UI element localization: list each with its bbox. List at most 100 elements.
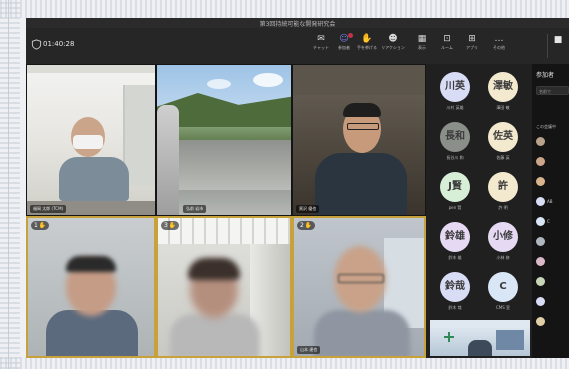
- glasses: [338, 274, 384, 283]
- toolbar-button-label: 手を挙げる: [357, 45, 377, 50]
- attendee-avatar[interactable]: 川英: [440, 72, 470, 102]
- attendee-name: 鈴木 雄: [448, 255, 462, 260]
- meeting-window: 第3回持続可能な開発研究会 01:40:28 ✉ チャット ☺ 参加者 ✋ 手を挙げる ☻ リ…: [26, 18, 569, 358]
- attendee-avatar[interactable]: 小修: [488, 222, 518, 252]
- toolbar-button-react[interactable]: ☻ リアクション: [380, 33, 406, 61]
- hand-order: 2: [300, 222, 304, 229]
- toolbar-button-view[interactable]: ▦ 表示: [409, 33, 435, 61]
- view-icon: ▦: [417, 34, 427, 44]
- participant-name: 弘前 岩市: [183, 205, 207, 213]
- participant-initials: AB: [547, 199, 553, 204]
- participant-avatar: [536, 197, 545, 206]
- person-torso: [170, 314, 260, 356]
- participant-row[interactable]: [536, 136, 569, 148]
- cloud: [253, 73, 283, 87]
- attendee-avatar[interactable]: C: [488, 272, 518, 302]
- person-torso: [46, 310, 138, 356]
- thumbnail-banner: [430, 320, 530, 328]
- face-mask: [73, 135, 103, 149]
- raise-hand-icon: ✋: [168, 222, 177, 229]
- attendee-name: 佐藤 英: [496, 155, 510, 160]
- toolbar-button-label: ルーム: [441, 45, 453, 50]
- attendee-avatar[interactable]: 鈴雄: [440, 222, 470, 252]
- attendee-name: 許 明: [498, 205, 508, 210]
- participant-row[interactable]: [536, 276, 569, 288]
- participant-avatar: [536, 157, 545, 166]
- participant-row[interactable]: C: [536, 216, 569, 228]
- toolbar-button-apps[interactable]: ⊞ アプリ: [459, 33, 485, 61]
- toolbar-divider: [547, 34, 548, 58]
- toolbar-button-more[interactable]: … その他: [486, 33, 512, 61]
- participant-row[interactable]: [536, 156, 569, 168]
- attendee-name: 鈴木 哉: [448, 305, 462, 310]
- video-tile[interactable]: 2✋ 山本 達也: [292, 216, 426, 358]
- attendee-name: pen 賢: [448, 205, 462, 210]
- camera-icon: ■: [553, 35, 563, 45]
- toolbar-button-label: リアクション: [381, 45, 405, 50]
- toolbar-button-rooms[interactable]: ⊡ ルーム: [434, 33, 460, 61]
- participant-avatar: [536, 277, 545, 286]
- ceiling: [27, 65, 155, 73]
- raised-hand-badge: 2✋: [297, 221, 316, 230]
- participant-row[interactable]: [536, 256, 569, 268]
- person-hair: [66, 256, 116, 272]
- participant-initials: C: [547, 219, 550, 224]
- person-torso: [315, 153, 407, 215]
- participant-avatar: [536, 217, 545, 226]
- window-title: 第3回持続可能な開発研究会: [259, 21, 336, 28]
- participant-avatar: [536, 317, 545, 326]
- slide-frame-bottom: [0, 357, 569, 369]
- apps-icon: ⊞: [468, 34, 476, 44]
- participant-row[interactable]: [536, 296, 569, 308]
- participant-avatar: [536, 237, 545, 246]
- attendee-avatar[interactable]: J賢: [440, 172, 470, 202]
- person-torso: [59, 157, 129, 201]
- participants-panel: 参加者 名前で この会議中 AB C: [532, 64, 569, 358]
- video-tile[interactable]: 福岡 太郎 (TCM): [26, 64, 156, 216]
- cloud: [207, 79, 231, 89]
- title-bar: 第3回持続可能な開発研究会: [26, 18, 569, 28]
- participant-avatar: [536, 137, 545, 146]
- toolbar-button-label: 表示: [418, 45, 426, 50]
- toolbar-button-raise-hand[interactable]: ✋ 手を挙げる: [354, 33, 380, 61]
- slide-frame-left: [0, 0, 20, 369]
- attendee-name: CMS 室: [495, 305, 511, 310]
- notification-badge: [348, 33, 353, 38]
- shared-screen-thumbnail[interactable]: [430, 320, 530, 356]
- video-tile[interactable]: 黒沢 優也: [292, 64, 426, 216]
- side-panel: 川英 川村 英雄 澤敏 澤田 敏長和 長谷川 和 佐英 佐藤 英 J賢 pen 賢 許許 明鈴雄鈴…: [426, 64, 569, 358]
- participant-avatar: [536, 297, 545, 306]
- attendee-name: 澤田 敏: [496, 105, 510, 110]
- react-icon: ☻: [388, 34, 398, 44]
- participant-name: 山本 達也: [297, 346, 321, 354]
- video-tile[interactable]: 3✋: [156, 216, 292, 358]
- panel-title: 参加者: [536, 72, 555, 79]
- hand-order: 3: [164, 222, 168, 229]
- video-tile[interactable]: 1✋: [26, 216, 156, 358]
- participant-name: 黒沢 優也: [296, 205, 320, 213]
- participant-search-input[interactable]: 名前で: [536, 86, 569, 95]
- participant-row[interactable]: [536, 236, 569, 248]
- participant-row[interactable]: [536, 176, 569, 188]
- attendee-avatar[interactable]: 長和: [440, 122, 470, 152]
- attendee-avatar[interactable]: 澤敏: [488, 72, 518, 102]
- glasses: [347, 123, 379, 130]
- background-wall: [293, 65, 425, 95]
- attendee-avatar[interactable]: 佐英: [488, 122, 518, 152]
- participant-row[interactable]: [536, 316, 569, 328]
- more-icon: …: [494, 34, 504, 44]
- meeting-toolbar: 01:40:28 ✉ チャット ☺ 参加者 ✋ 手を挙げる ☻ リアクション ▦ 表示 ⊡ ルーム ⊞ ア…: [26, 28, 569, 65]
- participant-name: 福岡 太郎 (TCM): [30, 205, 67, 213]
- raise-hand-icon: ✋: [38, 222, 47, 229]
- raised-hand-badge: 1✋: [31, 221, 50, 230]
- video-tile[interactable]: 弘前 岩市: [156, 64, 292, 216]
- presenter-figure: [468, 340, 492, 356]
- attendee-avatar[interactable]: 許: [488, 172, 518, 202]
- raise-hand-icon: ✋: [361, 34, 373, 44]
- participant-row[interactable]: AB: [536, 196, 569, 208]
- person-hair: [343, 103, 381, 117]
- attendee-avatar[interactable]: 鈴哉: [440, 272, 470, 302]
- participant-avatar: [536, 177, 545, 186]
- hand-order: 1: [34, 222, 38, 229]
- camera-button[interactable]: ■: [551, 35, 565, 45]
